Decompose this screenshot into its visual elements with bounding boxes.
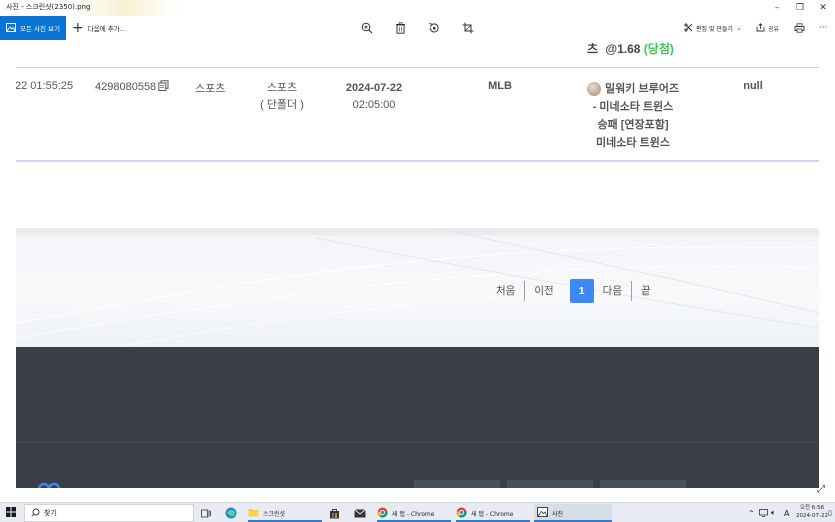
taskbar-item-label: 새 탭 - Chrome [392, 510, 435, 518]
taskbar-search[interactable]: 찾기 [24, 504, 194, 522]
taskbar-item-label: 새 탭 - Chrome [471, 510, 514, 518]
plus-icon: + [72, 20, 84, 36]
share-button[interactable]: 공유 [756, 16, 779, 40]
page-prev-button[interactable]: 이전 [525, 281, 562, 301]
odds-summary: 츠 @1.68 (당첨) [587, 40, 674, 57]
background-swoosh [16, 228, 819, 347]
chevron-down-icon: ⌄ [735, 24, 742, 32]
minimize-button[interactable]: – [766, 1, 788, 15]
match-home-team: 밀워키 브루어즈 [605, 83, 679, 95]
tray-time: 오전 6:56 [799, 505, 825, 511]
edit-create-label: 편집 및 만들기 [696, 25, 733, 33]
search-label: 찾기 [44, 509, 57, 517]
delete-icon[interactable] [392, 20, 408, 36]
tray-clock[interactable]: 오전 6:56 2024-07-22 [796, 504, 828, 522]
all-photos-label: 모든 사진 보기 [20, 25, 61, 33]
bet-id-cell: 4298080558 [95, 80, 169, 94]
odds-value: @1.68 [605, 42, 641, 56]
notification-icon[interactable]: ▯ [828, 504, 832, 522]
bet-subcategory: 스포츠 ( 단폴더 ) [252, 80, 312, 114]
share-icon [756, 22, 765, 34]
footer-logo-icon [26, 478, 66, 488]
league: MLB [488, 80, 512, 92]
print-icon[interactable] [791, 20, 807, 36]
store-icon[interactable] [329, 504, 340, 522]
task-view-icon[interactable] [201, 504, 211, 522]
page-last-button[interactable]: 끝 [632, 281, 660, 301]
match-info: 밀워키 브루어즈 - 미네소타 트윈스 승패 [연장포함] 미네소타 트윈스 [578, 80, 688, 152]
pagination-band: 처음 이전 1 다음 끝 [16, 228, 819, 347]
selection: 미네소타 트윈스 [596, 137, 670, 149]
network-icon[interactable] [759, 504, 769, 522]
edit-create-button[interactable]: 편집 및 만들기 ⌄ [684, 16, 742, 40]
photos-toolbar: 모든 사진 보기 + 다음에 추가... 편집 및 만들기 ⌄ 공유 ··· [0, 16, 835, 40]
share-label: 공유 [768, 25, 780, 33]
footer-divider [16, 442, 819, 443]
pagination: 처음 이전 1 다음 끝 [487, 279, 660, 303]
chrome-icon [456, 507, 467, 520]
close-button[interactable]: ✕ [812, 1, 834, 15]
game-date: 2024-07-22 [345, 82, 403, 94]
page-next-button[interactable]: 다음 [601, 281, 631, 301]
more-icon[interactable]: ··· [815, 20, 831, 36]
bet-category: 스포츠 [195, 83, 226, 95]
rotate-icon[interactable] [426, 20, 442, 36]
market-type: 승패 [연장포함] [597, 119, 669, 131]
row-divider-bottom [16, 160, 819, 162]
tray-date: 2024-07-22 [796, 513, 828, 519]
zoom-in-icon[interactable] [359, 20, 375, 36]
site-footer [16, 347, 819, 488]
restore-button[interactable]: ❐ [789, 1, 811, 15]
add-to-button[interactable]: + 다음에 추가... [72, 16, 126, 40]
extra-field: null [743, 80, 763, 92]
footer-button-2[interactable] [507, 480, 593, 488]
taskbar-item-label: 스크린샷 [263, 510, 286, 518]
photo-viewer-canvas: 츠 @1.68 (당첨) 22 01:55:25 4298080558 스포츠 … [16, 40, 819, 488]
window-title: 사진 - 스크린샷(2350).png [6, 3, 91, 11]
subcategory-line1: 스포츠 [266, 82, 298, 94]
chrome-icon [377, 507, 388, 520]
windows-logo-icon [6, 507, 16, 519]
all-photos-button[interactable]: 모든 사진 보기 [0, 16, 66, 40]
expand-icon[interactable]: ⤢ [817, 484, 829, 496]
footer-button-3[interactable] [600, 480, 686, 488]
volume-icon[interactable]: 🔈︎ [771, 504, 776, 522]
game-time: 02:05:00 [352, 99, 396, 111]
taskbar-item-label: 사진 [552, 510, 564, 518]
match-line1-row: 밀워키 브루어즈 [578, 80, 688, 98]
start-button[interactable] [6, 504, 16, 522]
match-away-team: - 미네소타 트윈스 [592, 101, 674, 113]
tray-overflow-icon[interactable]: ⌃ [748, 504, 755, 522]
mail-icon[interactable] [354, 504, 366, 522]
result-badge: (당첨) [643, 42, 674, 56]
odds-prefix: 츠 [587, 42, 599, 56]
title-bar: 사진 - 스크린샷(2350).png – ❐ ✕ [0, 0, 835, 16]
search-icon [31, 508, 40, 519]
bet-id: 4298080558 [95, 81, 157, 93]
photos-icon [537, 507, 548, 519]
edge-icon[interactable] [225, 504, 237, 522]
windows-taskbar: 찾기 스크린샷 새 탭 - Chrome 새 탭 - Chrome 사진 ⌃ 🔈… [0, 502, 835, 522]
subcategory-line2: ( 단폴더 ) [260, 99, 304, 111]
footer-button-1[interactable] [414, 480, 500, 488]
folder-icon [248, 507, 259, 519]
row-divider-top [16, 67, 819, 68]
crop-icon[interactable] [460, 20, 476, 36]
edit-icon [684, 22, 693, 34]
add-to-label: 다음에 추가... [87, 25, 126, 33]
ime-indicator[interactable]: A [784, 504, 789, 522]
copy-icon[interactable] [158, 80, 169, 94]
photos-icon [6, 22, 16, 34]
page-first-button[interactable]: 처음 [487, 281, 524, 301]
page-current-button[interactable]: 1 [569, 279, 594, 303]
bet-datetime: 22 01:55:25 [16, 80, 74, 92]
game-datetime: 2024-07-22 02:05:00 [336, 80, 412, 114]
team-logo-icon [587, 82, 602, 96]
